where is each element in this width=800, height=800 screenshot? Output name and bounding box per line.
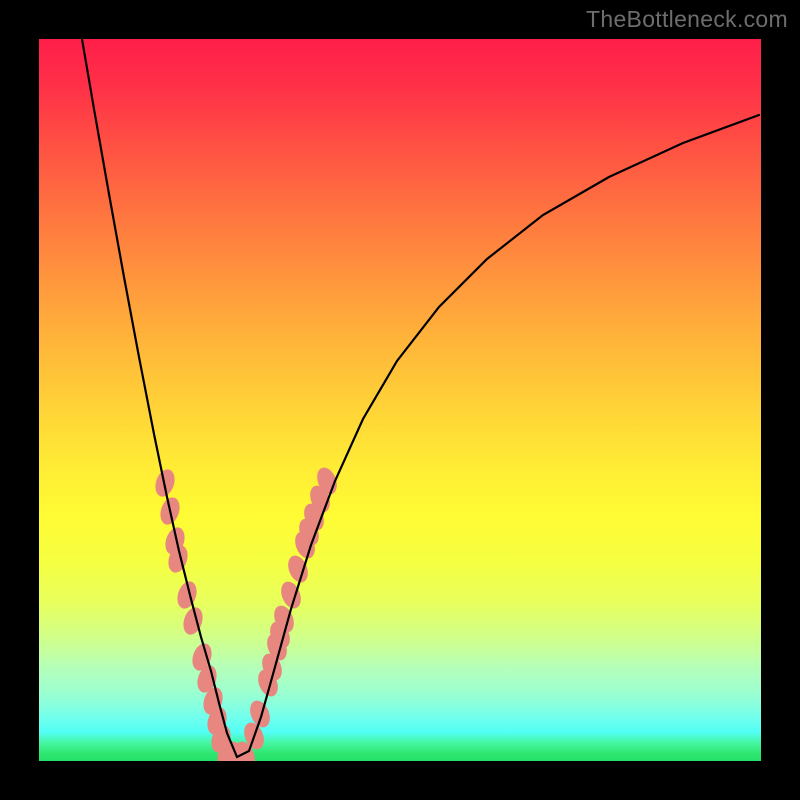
bottleneck-curve-svg — [39, 39, 761, 761]
plot-area — [39, 39, 761, 761]
chart-frame: TheBottleneck.com — [0, 0, 800, 800]
data-blob-markers — [152, 465, 340, 761]
watermark-text: TheBottleneck.com — [586, 6, 788, 33]
bottleneck-curve-path — [82, 39, 759, 757]
